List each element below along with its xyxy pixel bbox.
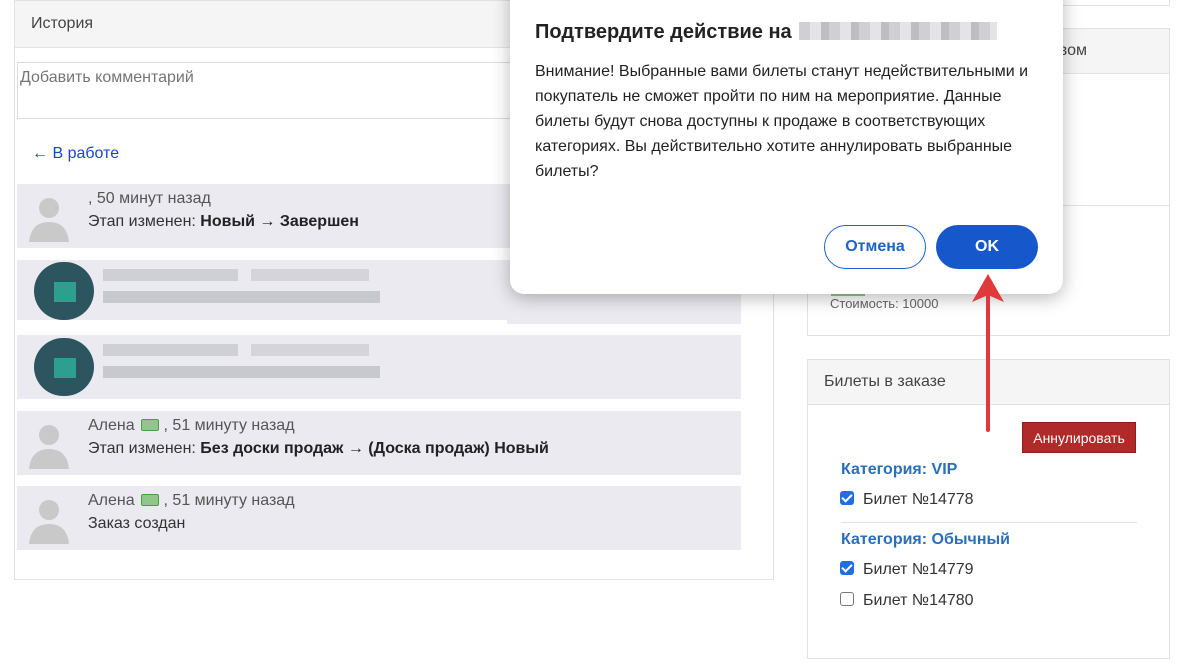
default-avatar-icon: [23, 419, 75, 469]
money-icon: [141, 494, 160, 506]
category-regular-label: Категория: Обычный: [841, 531, 1010, 548]
entry-description: Этап изменен: Без доски продаж → (Доска …: [88, 440, 549, 458]
cancel-button[interactable]: Отмена: [824, 225, 926, 269]
redacted-avatar-detail: [54, 282, 76, 302]
redacted-text: [103, 269, 238, 281]
ticket-label: Билет №14779: [863, 561, 974, 578]
ticket-label: Билет №14778: [863, 491, 974, 508]
entry-stage-change: Без доски продаж → (Доска продаж) Новый: [200, 440, 549, 457]
dialog-title: Подтвердите действие на: [535, 21, 998, 44]
redacted-history-entry: [17, 335, 741, 399]
entry-time: , 50 минут назад: [88, 190, 211, 207]
entry-meta: Алена , 51 минуту назад: [88, 417, 295, 435]
redacted-text: [103, 344, 238, 356]
ticket-checkbox[interactable]: [840, 592, 854, 606]
entry-time: , 51 минуту назад: [159, 492, 295, 509]
ticket-label: Билет №14780: [863, 592, 974, 609]
annul-button[interactable]: Аннулировать: [1022, 422, 1136, 453]
entry-prefix: Этап изменен:: [88, 440, 201, 457]
back-to-work-link[interactable]: ← В работе: [32, 145, 119, 163]
dialog-title-text: Подтвердите действие на: [535, 21, 792, 43]
default-avatar-icon: [23, 494, 75, 544]
dialog-message: Внимание! Выбранные вами билеты станут н…: [535, 63, 1029, 180]
default-avatar-icon: [23, 192, 75, 242]
confirm-dialog: Подтвердите действие на Внимание! Выбран…: [510, 0, 1063, 294]
category-vip-label: Категория: VIP: [841, 461, 958, 478]
entry-stage-change: Новый → Завершен: [200, 213, 359, 230]
money-icon: [141, 419, 160, 431]
history-entry: Алена , 51 минуту назад Этап изменен: Бе…: [17, 411, 741, 475]
redacted-domain: [799, 22, 998, 40]
entry-meta: , 50 минут назад: [88, 190, 211, 208]
ticket-checkbox[interactable]: [840, 491, 854, 505]
entry-meta: Алена , 51 минуту назад: [88, 492, 295, 510]
redacted-avatar-detail: [54, 358, 76, 378]
ok-button[interactable]: OK: [936, 225, 1038, 269]
entry-prefix: Этап изменен:: [88, 213, 201, 230]
ticket-row[interactable]: Билет №14780: [840, 592, 974, 610]
entry-description: Заказ создан: [88, 515, 186, 532]
redacted-text: [251, 269, 369, 281]
history-entry: Алена , 51 минуту назад Заказ создан: [17, 486, 741, 550]
ticket-row[interactable]: Билет №14778: [840, 491, 974, 509]
redacted-text: [251, 344, 369, 356]
ticket-row[interactable]: Билет №14779: [840, 561, 974, 579]
category-divider: [841, 522, 1137, 523]
redacted-text: [103, 366, 380, 378]
entry-description: Этап изменен: Новый → Завершен: [88, 213, 359, 231]
comment-input[interactable]: [17, 62, 537, 119]
cost-label: Стоимость: 10000: [830, 296, 939, 311]
annotation-arrow-icon: [972, 274, 1004, 432]
redacted-divider: [17, 320, 507, 324]
entry-time: , 51 минуту назад: [159, 417, 295, 434]
entry-author: Алена: [88, 492, 135, 509]
redacted-text: [103, 291, 380, 303]
ticket-checkbox[interactable]: [840, 561, 854, 575]
entry-author: Алена: [88, 417, 135, 434]
